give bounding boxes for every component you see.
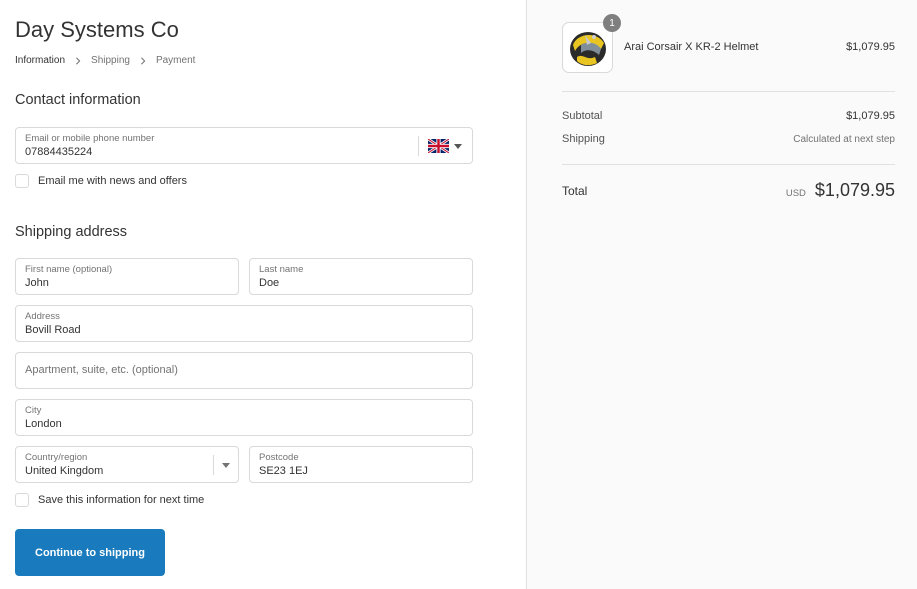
apartment-placeholder: Apartment, suite, etc. (optional) — [25, 364, 178, 376]
divider — [562, 164, 895, 165]
continue-to-shipping-button[interactable]: Continue to shipping — [15, 529, 165, 576]
email-label: Email or mobile phone number — [25, 133, 155, 144]
uk-flag-icon — [428, 139, 449, 153]
first-name-field[interactable]: First name (optional) John — [15, 258, 239, 295]
total-label: Total — [562, 184, 588, 198]
product-name: Arai Corsair X KR-2 Helmet — [624, 41, 759, 53]
breadcrumb-payment: Payment — [155, 55, 196, 66]
contact-section-title: Contact information — [15, 92, 141, 108]
subtotal-value: $1,079.95 — [846, 110, 895, 122]
address-label: Address — [25, 311, 60, 322]
postcode-value: SE23 1EJ — [259, 465, 308, 477]
address-value: Bovill Road — [25, 324, 81, 336]
shipping-cost-value: Calculated at next step — [793, 134, 895, 145]
address-field[interactable]: Address Bovill Road — [15, 305, 473, 342]
quantity-badge: 1 — [603, 14, 621, 32]
subtotal-label: Subtotal — [562, 110, 603, 122]
email-field[interactable]: Email or mobile phone number 07884435224 — [15, 127, 473, 164]
caret-down-icon — [454, 143, 462, 149]
apartment-field[interactable]: Apartment, suite, etc. (optional) — [15, 352, 473, 389]
newsletter-checkbox[interactable] — [15, 174, 29, 188]
caret-down-icon — [222, 462, 230, 468]
first-name-label: First name (optional) — [25, 264, 113, 275]
breadcrumb-shipping: Shipping — [91, 55, 130, 66]
city-label: City — [25, 405, 42, 416]
newsletter-label: Email me with news and offers — [38, 175, 187, 187]
order-summary: 1 Arai Corsair X KR-2 Helmet $1,079.95 S… — [526, 0, 917, 589]
postcode-field[interactable]: Postcode SE23 1EJ — [249, 446, 473, 483]
country-select[interactable]: Country/region United Kingdom — [15, 446, 239, 483]
country-label: Country/region — [25, 452, 88, 463]
newsletter-option[interactable]: Email me with news and offers — [15, 174, 187, 188]
shop-title[interactable]: Day Systems Co — [15, 17, 179, 43]
first-name-value: John — [25, 277, 49, 289]
product-price: $1,079.95 — [846, 41, 895, 53]
chevron-right-icon — [138, 56, 148, 66]
save-info-checkbox[interactable] — [15, 493, 29, 507]
city-field[interactable]: City London — [15, 399, 473, 436]
country-dropdown-toggle[interactable] — [213, 455, 230, 475]
save-info-option[interactable]: Save this information for next time — [15, 493, 204, 507]
email-value: 07884435224 — [25, 146, 93, 158]
total-value: $1,079.95 — [814, 180, 895, 200]
divider — [562, 91, 895, 92]
last-name-value: Doe — [259, 277, 280, 289]
breadcrumb-information: Information — [15, 55, 66, 66]
total-amount: USD $1,079.95 — [786, 180, 895, 201]
country-code-selector[interactable] — [418, 136, 462, 156]
last-name-label: Last name — [259, 264, 304, 275]
country-value: United Kingdom — [25, 465, 104, 477]
save-info-label: Save this information for next time — [38, 494, 205, 506]
shipping-section-title: Shipping address — [15, 224, 128, 240]
chevron-right-icon — [73, 56, 83, 66]
checkout-main: Day Systems Co Information Shipping Paym… — [0, 0, 526, 589]
postcode-label: Postcode — [259, 452, 299, 463]
product-thumbnail: 1 — [562, 14, 621, 73]
city-value: London — [25, 418, 62, 430]
breadcrumb: Information Shipping Payment — [15, 55, 195, 66]
currency-code: USD — [785, 188, 806, 199]
helmet-product-image — [570, 32, 606, 66]
shipping-cost-label: Shipping — [562, 133, 605, 145]
last-name-field[interactable]: Last name Doe — [249, 258, 473, 295]
